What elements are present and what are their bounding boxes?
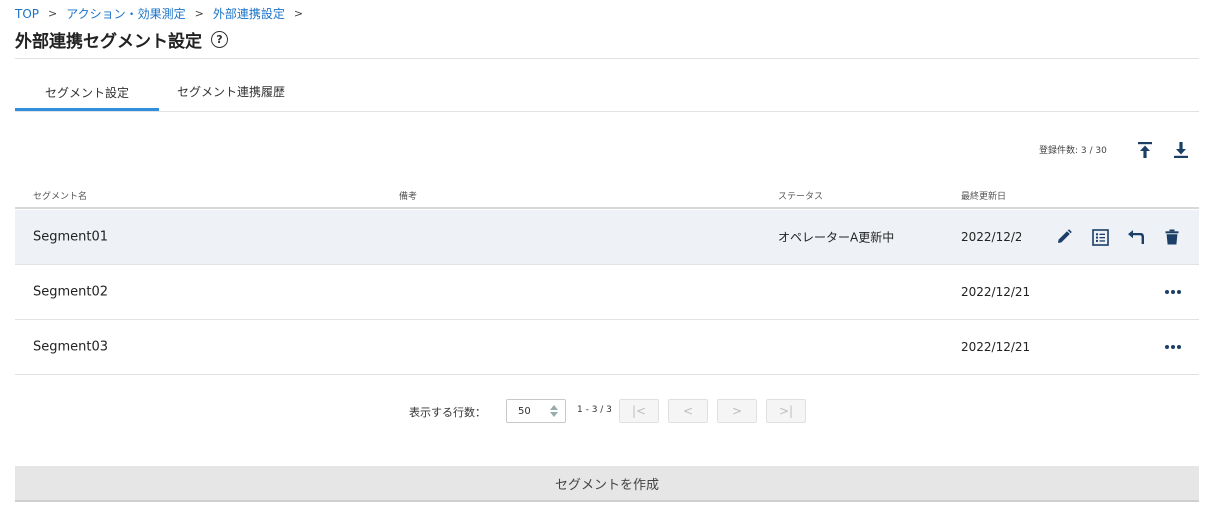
segment-name: Segment03	[33, 339, 109, 355]
title-divider	[15, 58, 1199, 59]
table-row[interactable]: Segment01 オペレーターA更新中 2022/12/21	[15, 210, 1199, 265]
rows-per-page-select[interactable]: 50	[506, 399, 566, 423]
table-header: セグメント名 備考 ステータス 最終更新日	[15, 186, 1199, 209]
page-title: 外部連携セグメント設定	[15, 32, 202, 52]
next-page-button[interactable]: >	[717, 399, 757, 423]
column-header-segment-name[interactable]: セグメント名	[33, 189, 87, 202]
breadcrumb-top[interactable]: TOP	[15, 7, 39, 21]
tabs-divider	[15, 111, 1199, 112]
tab-segment-settings[interactable]: セグメント設定	[15, 72, 159, 112]
spinner-icon[interactable]	[550, 405, 558, 417]
last-page-button[interactable]: >|	[766, 399, 806, 423]
edit-icon[interactable]	[1055, 228, 1073, 246]
trash-icon[interactable]	[1163, 228, 1181, 246]
more-icon[interactable]	[1165, 290, 1181, 294]
column-header-note[interactable]: 備考	[399, 189, 417, 202]
record-count: 登録件数: 3 / 30	[1039, 146, 1107, 156]
breadcrumb-external-link-settings[interactable]: 外部連携設定	[213, 5, 285, 22]
tab-bar: セグメント設定 セグメント連携履歴	[15, 72, 303, 112]
rows-per-page-value: 50	[518, 405, 531, 417]
segment-last-updated: 2022/12/21	[961, 340, 1031, 354]
prev-page-button[interactable]: <	[668, 399, 708, 423]
segment-last-updated: 2022/12/21	[961, 285, 1031, 299]
help-icon[interactable]: ?	[211, 31, 228, 48]
segment-status: オペレーターA更新中	[778, 230, 895, 245]
breadcrumb-separator: >	[48, 7, 58, 20]
segment-name: Segment02	[33, 284, 109, 300]
breadcrumb-action-measurement[interactable]: アクション・効果測定	[66, 5, 185, 22]
tab-segment-link-history[interactable]: セグメント連携履歴	[159, 72, 303, 112]
breadcrumb-separator: >	[293, 7, 304, 20]
create-segment-button[interactable]: セグメントを作成	[15, 466, 1199, 502]
table-row[interactable]: Segment02 2022/12/21	[15, 265, 1199, 320]
breadcrumb: TOP > アクション・効果測定 > 外部連携設定 >	[15, 5, 312, 22]
column-header-last-updated[interactable]: 最終更新日	[961, 189, 1006, 202]
rows-per-page-label: 表示する行数：	[409, 406, 486, 419]
download-icon[interactable]	[1173, 141, 1189, 159]
page-header: 外部連携セグメント設定 ?	[15, 27, 228, 52]
segment-last-updated: 2022/12/21	[961, 230, 1021, 244]
checklist-icon[interactable]	[1091, 228, 1109, 246]
more-icon[interactable]	[1165, 345, 1181, 349]
breadcrumb-separator: >	[194, 7, 204, 20]
undo-icon[interactable]	[1127, 228, 1145, 246]
column-header-status[interactable]: ステータス	[778, 189, 823, 202]
upload-icon[interactable]	[1137, 141, 1153, 159]
page-range: 1 - 3 / 3	[577, 405, 612, 415]
segment-name: Segment01	[33, 229, 109, 245]
first-page-button[interactable]: |<	[619, 399, 659, 423]
table-row[interactable]: Segment03 2022/12/21	[15, 320, 1199, 375]
pagination: 表示する行数： 50 1 - 3 / 3 |< < > >|	[0, 399, 1214, 425]
